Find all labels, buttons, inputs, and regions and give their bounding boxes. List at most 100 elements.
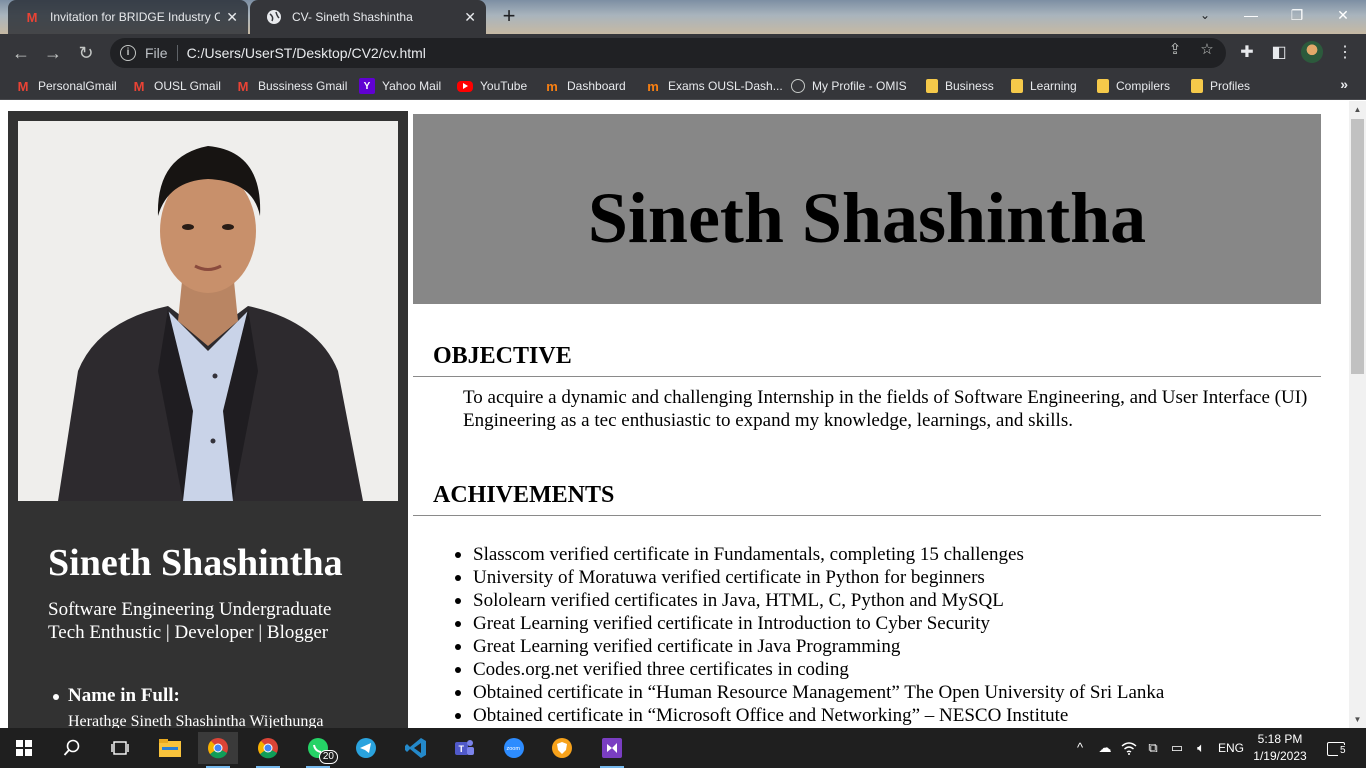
bookmark-folder-learning[interactable]: Learning [1011,76,1077,96]
info-icon[interactable]: i [120,45,136,61]
list-item: Obtained certificate in “Microsoft Offic… [454,704,1164,727]
teams-icon[interactable]: T [444,732,484,764]
globe-icon [791,79,805,93]
bookmark-my-profile-omis[interactable]: My Profile - OMIS [791,76,907,96]
tab-search-icon[interactable]: ⌄ [1182,0,1228,32]
restore-button[interactable]: ❐ [1274,0,1320,32]
extensions-icon[interactable]: ✚ [1236,42,1258,64]
new-tab-button[interactable]: + [498,5,520,27]
bookmark-label: YouTube [480,79,528,93]
sidebar-tagline-interests: Tech Enthustic | Developer | Blogger [48,622,329,643]
bookmark-label: OUSL Gmail [154,79,221,93]
clock-time: 5:18 PM [1257,732,1303,746]
windows-start-icon[interactable] [4,732,44,764]
gmail-icon: M [237,78,249,94]
list-item: University of Moratuwa verified certific… [454,566,1164,589]
tab-invitation[interactable]: M Invitation for BRIDGE Industry Co ✕ [8,0,248,34]
bookmark-star-icon[interactable]: ☆ [1198,41,1216,59]
close-tab-icon[interactable]: ✕ [226,9,238,26]
close-window-button[interactable]: ✕ [1320,0,1366,32]
page-viewport: Sineth Shashintha Software Engineering U… [0,101,1349,728]
folder-icon [1191,79,1203,93]
bookmark-exams-ousl[interactable]: m Exams OUSL-Dash... [645,76,783,96]
bookmarks-bar: M PersonalGmail M OUSL Gmail M Bussiness Gm… [0,72,1366,100]
device-icon[interactable]: ⧉ [1142,728,1164,768]
chrome-taskbar-icon[interactable] [198,732,238,768]
forward-icon[interactable]: → [42,42,64,64]
notification-center-icon[interactable]: 5 [1318,728,1354,768]
achievements-divider [413,515,1321,516]
full-name-value: Herathge Sineth Shashintha Wijethunga [68,713,324,728]
profile-photo [18,121,398,501]
battery-icon[interactable]: ▭ [1166,728,1188,768]
side-panel-icon[interactable]: ◧ [1268,42,1290,64]
volume-icon[interactable]: 🔈︎ [1190,728,1212,768]
bookmark-label: Dashboard [567,79,626,93]
bookmark-personalgmail[interactable]: M PersonalGmail [15,76,117,96]
profile-avatar[interactable] [1301,41,1323,63]
list-item: Obtained certificate in “Human Resource … [454,682,1165,703]
whatsapp-icon[interactable]: 20 [298,732,338,768]
reload-icon[interactable]: ↻ [75,42,97,64]
scroll-down-icon[interactable]: ▼ [1349,711,1366,728]
share-icon[interactable]: ⇪ [1166,41,1184,59]
more-bookmarks-icon[interactable]: » [1340,76,1348,92]
moodle-icon: m [546,78,558,94]
bookmark-youtube[interactable]: YouTube [457,76,527,96]
minimize-button[interactable]: — [1228,0,1274,32]
bookmark-label: Profiles [1210,79,1251,93]
scroll-up-icon[interactable]: ▲ [1349,101,1366,118]
bookmark-folder-business[interactable]: Business [926,76,994,96]
svg-text:T: T [459,744,465,754]
vpn-shield-icon[interactable] [542,732,582,764]
list-item: Slasscom verified certificate in Fundame… [454,543,1164,566]
list-item: Codes.org.net verified three certificate… [454,658,1164,681]
search-icon[interactable] [52,732,92,764]
windows-taskbar: 20 T zoom ^ ☁ ⧉ ▭ 🔈︎ ENG 5:18 PM 1/19/20… [0,728,1366,768]
address-bar[interactable]: i File C:/Users/UserST/Desktop/CV2/cv.ht… [110,38,1226,68]
menu-icon[interactable]: ⋮ [1334,42,1356,64]
bookmark-folder-compilers[interactable]: Compilers [1097,76,1170,96]
show-hidden-icons-icon[interactable]: ^ [1070,728,1090,768]
bookmark-ousl-gmail[interactable]: M OUSL Gmail [131,76,221,96]
objective-text: To acquire a dynamic and challenging Int… [463,387,1308,431]
url-text[interactable]: C:/Users/UserST/Desktop/CV2/cv.html [187,45,426,61]
zoom-icon[interactable]: zoom [494,732,534,764]
notification-count: 5 [1338,745,1348,757]
bookmark-label: Compilers [1116,79,1171,93]
chrome-profile-taskbar-icon[interactable] [248,732,288,768]
bookmark-folder-profiles[interactable]: Profiles [1191,76,1250,96]
clock-date: 1/19/2023 [1253,749,1307,763]
onedrive-icon[interactable]: ☁ [1094,728,1116,768]
file-explorer-icon[interactable] [150,732,190,764]
bookmark-yahoo-mail[interactable]: Y Yahoo Mail [359,76,441,96]
list-item: Great Learning verified certificate in I… [454,612,1164,635]
personal-details-list: Name in Full: Herathge Sineth Shashintha… [52,685,324,728]
vscode-icon[interactable] [396,732,436,764]
tab-title: CV- Sineth Shashintha [292,10,413,24]
bookmark-label: Bussiness Gmail [258,79,348,93]
back-icon[interactable]: ← [10,42,32,64]
close-tab-icon[interactable]: ✕ [464,9,476,26]
telegram-icon[interactable] [346,732,386,764]
list-item: Sololearn verified certificates in Java,… [454,589,1164,612]
tab-title: Invitation for BRIDGE Industry Co [50,10,220,24]
tab-cv[interactable]: CV- Sineth Shashintha ✕ [250,0,486,34]
bookmark-bussiness-gmail[interactable]: M Bussiness Gmail [235,76,348,96]
full-name-label: Name in Full: [52,685,323,707]
bookmark-dashboard[interactable]: m Dashboard [544,76,626,96]
bookmark-label: Exams OUSL-Dash... [668,79,783,93]
task-view-icon[interactable] [100,732,140,764]
visual-studio-icon[interactable] [592,732,632,768]
bookmark-label: Business [945,79,994,93]
clock[interactable]: 5:18 PM 1/19/2023 [1252,731,1308,765]
bookmark-label: Yahoo Mail [382,79,442,93]
youtube-icon [457,80,473,92]
globe-icon [266,9,282,25]
yahoo-icon: Y [359,78,375,94]
language-indicator[interactable]: ENG [1216,728,1246,768]
scrollbar-thumb[interactable] [1351,119,1364,374]
wifi-icon[interactable] [1118,728,1140,768]
page-scrollbar[interactable]: ▲ ▼ [1349,101,1366,728]
url-scheme: File [145,45,168,61]
